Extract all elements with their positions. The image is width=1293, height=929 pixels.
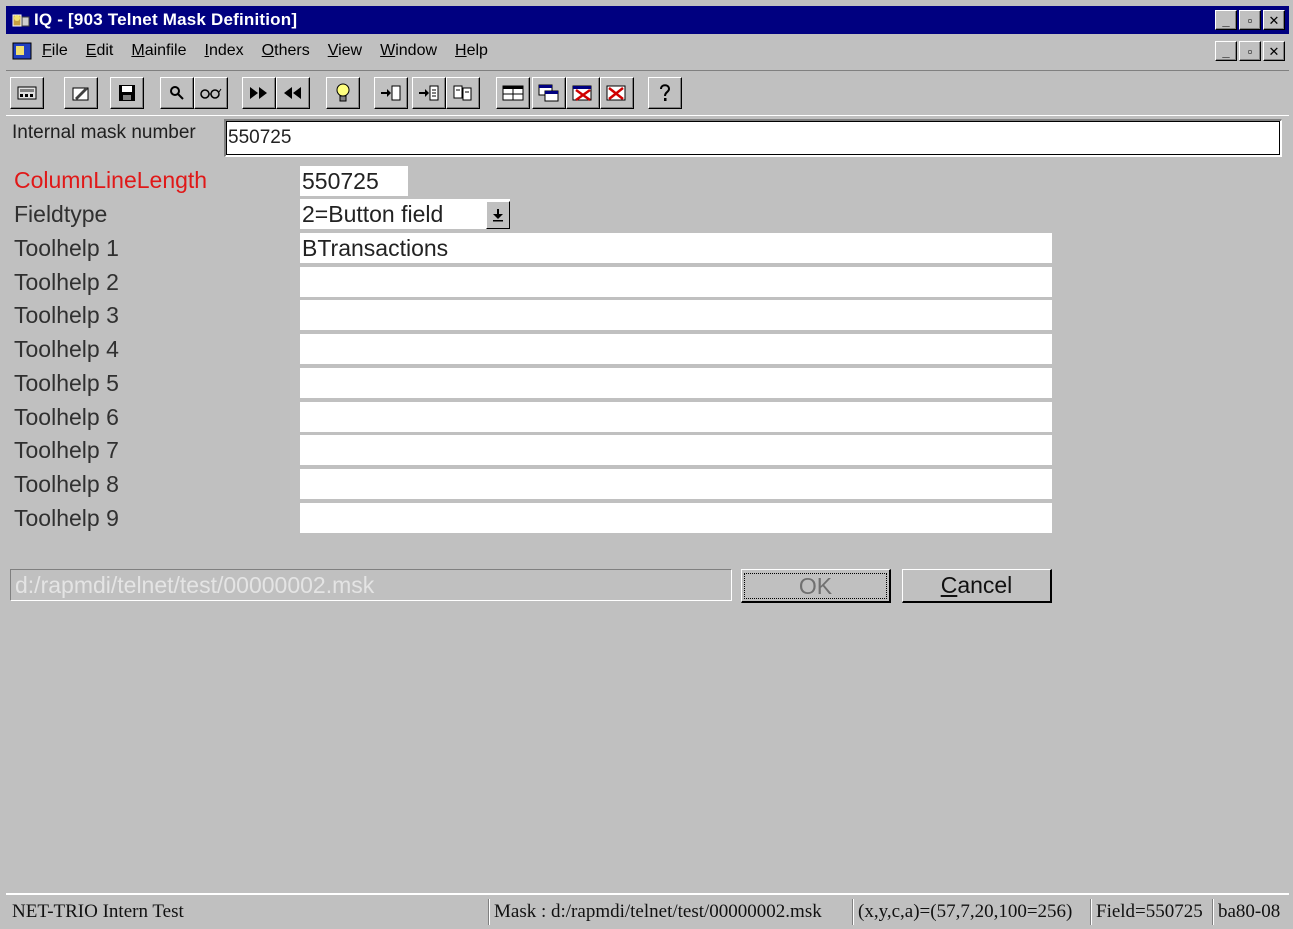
toolhelp-5-input[interactable] xyxy=(300,368,1052,398)
window-title: IQ - [903 Telnet Mask Definition] xyxy=(34,10,298,29)
maximize-icon: ▫ xyxy=(1247,12,1253,28)
app-icon xyxy=(12,14,30,27)
menu-window[interactable]: Window xyxy=(380,42,437,60)
edit-note-button[interactable] xyxy=(64,77,98,109)
status-divider xyxy=(1090,899,1092,925)
status-divider xyxy=(488,899,490,925)
toolhelp-3-label: Toolhelp 3 xyxy=(14,302,119,328)
minimize-icon: _ xyxy=(1222,43,1230,59)
copy-icon xyxy=(453,85,472,101)
close-icon: ✕ xyxy=(1268,43,1280,59)
copy-button[interactable] xyxy=(446,77,480,109)
previous-icon xyxy=(284,87,301,99)
toolhelp-3-input[interactable] xyxy=(300,300,1052,330)
calculator-button[interactable] xyxy=(10,77,44,109)
help-icon xyxy=(660,84,671,101)
next-icon xyxy=(250,87,267,99)
mdi-minimize-button[interactable]: _ xyxy=(1215,41,1237,61)
mdi-maximize-button[interactable]: ▫ xyxy=(1239,41,1261,61)
layout-icon xyxy=(502,85,524,101)
next-button[interactable] xyxy=(242,77,276,109)
search-button[interactable] xyxy=(160,77,194,109)
column-line-length-input[interactable]: 550725 xyxy=(300,166,408,196)
mdi-close-button[interactable]: ✕ xyxy=(1263,41,1285,61)
windows-icon xyxy=(538,84,559,102)
status-field: Field=550725 xyxy=(1096,901,1203,922)
cancel-button-label: Cancel xyxy=(940,572,1013,598)
insert-icon xyxy=(381,85,401,101)
layout-button[interactable] xyxy=(496,77,530,109)
delete-icon xyxy=(572,85,592,102)
toolhelp-1-label: Toolhelp 1 xyxy=(14,235,119,261)
status-coordinates: (x,y,c,a)=(57,7,20,100=256) xyxy=(858,901,1073,922)
minimize-icon: _ xyxy=(1222,12,1230,28)
status-mask-path: Mask : d:/rapmdi/telnet/test/00000002.ms… xyxy=(494,901,822,922)
title-bar[interactable]: IQ - [903 Telnet Mask Definition] _ ▫ ✕ xyxy=(6,6,1289,34)
close-doc-icon xyxy=(606,85,626,101)
fieldtype-select[interactable]: 2=Button field xyxy=(300,199,510,229)
hint-button[interactable] xyxy=(326,77,360,109)
maximize-button[interactable]: ▫ xyxy=(1239,10,1261,30)
fieldtype-dropdown-button[interactable] xyxy=(486,201,510,229)
document-icon[interactable] xyxy=(12,42,32,60)
close-button[interactable]: ✕ xyxy=(1263,10,1285,30)
column-line-length-label: ColumnLineLength xyxy=(14,167,208,193)
toolhelp-9-label: Toolhelp 9 xyxy=(14,505,119,531)
glasses-icon xyxy=(200,88,222,99)
fieldtype-label: Fieldtype xyxy=(14,201,108,227)
status-bar: NET-TRIO Intern Test Mask : d:/rapmdi/te… xyxy=(6,893,1289,929)
toolhelp-2-input[interactable] xyxy=(300,267,1052,297)
insert-button[interactable] xyxy=(374,77,408,109)
append-icon xyxy=(419,85,439,101)
menu-index[interactable]: Index xyxy=(205,42,244,60)
status-divider xyxy=(852,899,854,925)
menu-mainfile[interactable]: Mainfile xyxy=(131,42,186,60)
calculator-icon xyxy=(17,86,37,100)
toolhelp-2-label: Toolhelp 2 xyxy=(14,269,119,295)
cancel-button[interactable]: Cancel xyxy=(902,569,1052,603)
toolhelp-5-label: Toolhelp 5 xyxy=(14,370,119,396)
toolhelp-9-input[interactable] xyxy=(300,503,1052,533)
toolhelp-1-input[interactable]: BTransactions xyxy=(300,233,1052,263)
save-button[interactable] xyxy=(110,77,144,109)
toolhelp-4-input[interactable] xyxy=(300,334,1052,364)
search-icon xyxy=(170,86,184,100)
close-icon: ✕ xyxy=(1268,12,1280,28)
toolhelp-6-label: Toolhelp 6 xyxy=(14,404,119,430)
save-icon xyxy=(119,85,135,101)
menu-help[interactable]: Help xyxy=(455,42,488,60)
menu-bar: File Edit Mainfile Index Others View Win… xyxy=(6,36,1289,66)
toolhelp-4-label: Toolhelp 4 xyxy=(14,336,119,362)
toolhelp-8-label: Toolhelp 8 xyxy=(14,471,119,497)
toolbar xyxy=(6,70,1289,116)
previous-button[interactable] xyxy=(276,77,310,109)
ok-button[interactable]: OK xyxy=(741,569,891,603)
edit-note-icon xyxy=(72,87,89,101)
file-path-field: d:/rapmdi/telnet/test/00000002.msk xyxy=(10,569,732,601)
help-button[interactable] xyxy=(648,77,682,109)
status-divider xyxy=(1212,899,1214,925)
ok-button-label: OK xyxy=(743,572,888,599)
maximize-icon: ▫ xyxy=(1247,43,1253,59)
status-code: ba80-08 xyxy=(1218,901,1281,922)
dropdown-arrow-icon xyxy=(493,209,503,222)
windows-button[interactable] xyxy=(532,77,566,109)
toolhelp-7-input[interactable] xyxy=(300,435,1052,465)
menu-others[interactable]: Others xyxy=(262,42,310,60)
status-app-name: NET-TRIO Intern Test xyxy=(12,901,184,922)
delete-button[interactable] xyxy=(566,77,600,109)
lightbulb-icon xyxy=(336,83,350,102)
glasses-button[interactable] xyxy=(194,77,228,109)
minimize-button[interactable]: _ xyxy=(1215,10,1237,30)
menu-edit[interactable]: Edit xyxy=(86,42,114,60)
internal-mask-input[interactable]: 550725 xyxy=(224,119,1282,157)
menu-file[interactable]: File xyxy=(42,42,68,60)
toolhelp-7-label: Toolhelp 7 xyxy=(14,437,119,463)
internal-mask-label: Internal mask number xyxy=(12,122,196,143)
toolhelp-6-input[interactable] xyxy=(300,402,1052,432)
toolhelp-8-input[interactable] xyxy=(300,469,1052,499)
append-button[interactable] xyxy=(412,77,446,109)
menu-view[interactable]: View xyxy=(328,42,362,60)
close-doc-button[interactable] xyxy=(600,77,634,109)
